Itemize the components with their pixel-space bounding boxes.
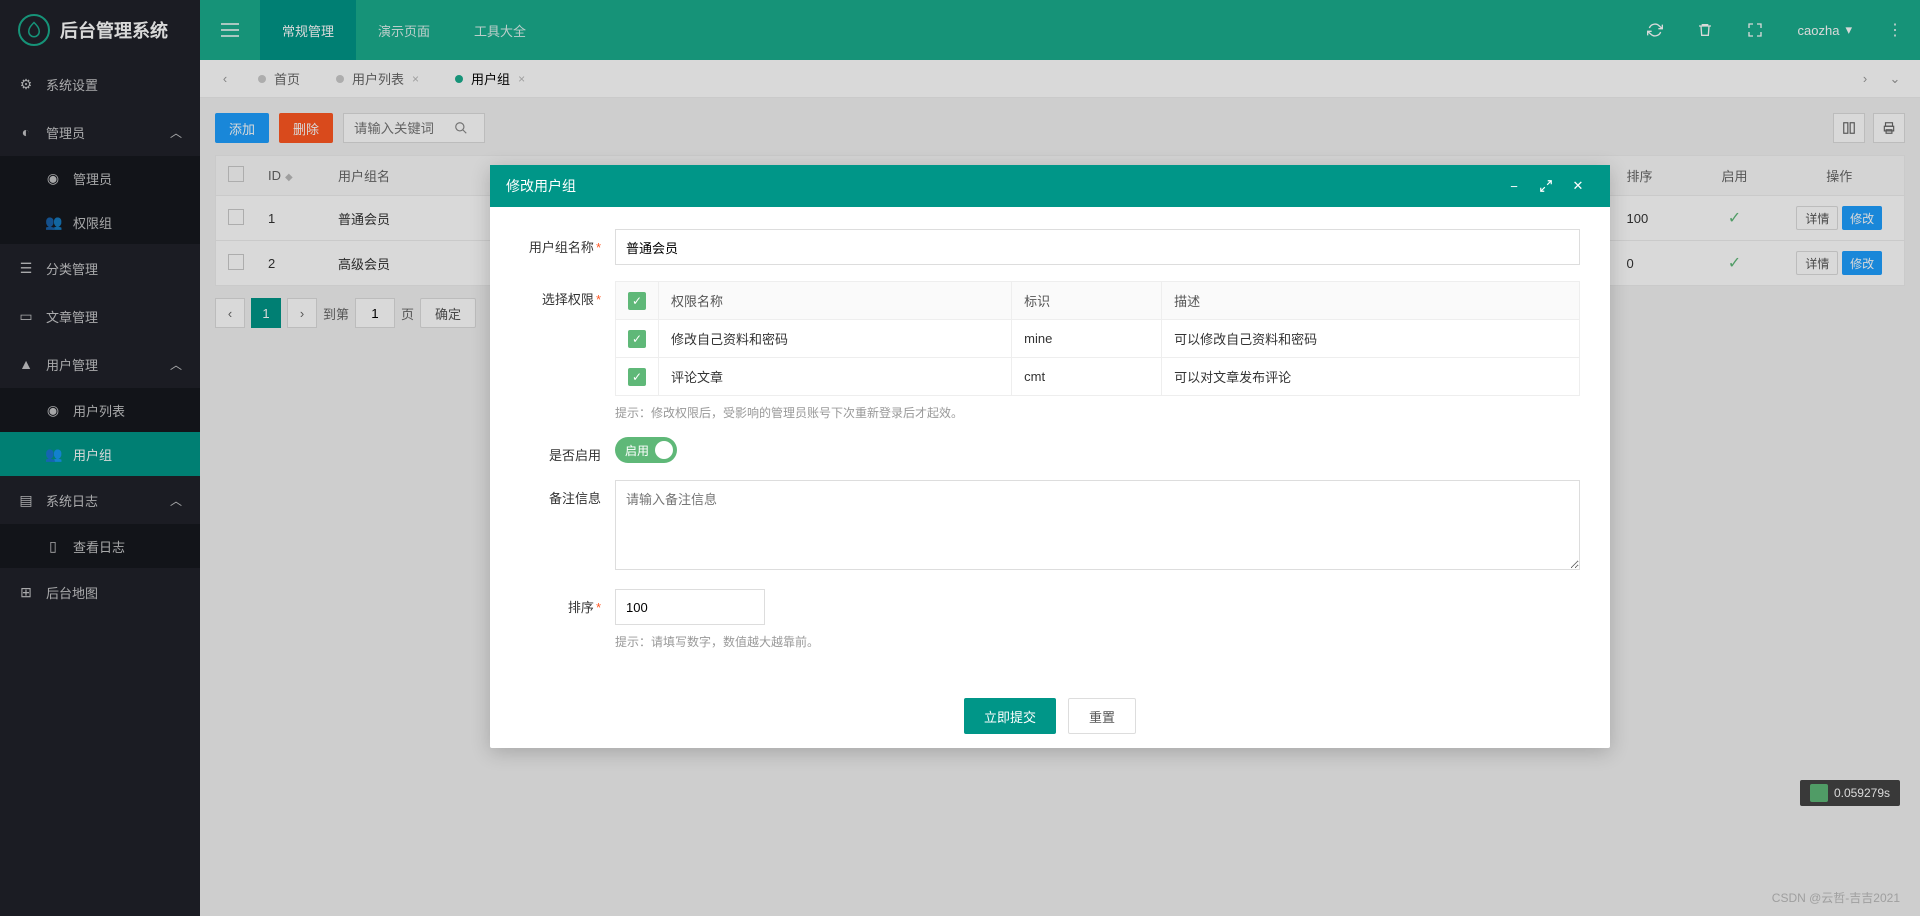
modal-title: 修改用户组 (506, 176, 1498, 196)
label-remark: 备注信息 (549, 491, 601, 506)
enabled-switch[interactable]: 启用 (615, 437, 677, 463)
edit-user-group-modal: 修改用户组 − ✕ 用户组名称* 选择权限* ✓ 权限名称 标识 描述 (490, 165, 1610, 748)
perm-checkbox[interactable]: ✓ (628, 330, 646, 348)
perm-hint: 提示：修改权限后，受影响的管理员账号下次重新登录后才起效。 (615, 404, 1580, 421)
modal-body: 用户组名称* 选择权限* ✓ 权限名称 标识 描述 ✓ 修改自己资料和密码 (490, 207, 1610, 684)
perm-select-all[interactable]: ✓ (628, 292, 646, 310)
switch-knob-icon (655, 441, 673, 459)
perm-row: ✓ 修改自己资料和密码 mine 可以修改自己资料和密码 (616, 320, 1580, 358)
label-enabled: 是否启用 (549, 448, 601, 463)
switch-label: 启用 (625, 442, 649, 459)
minimize-button[interactable]: − (1498, 165, 1530, 207)
maximize-button[interactable] (1530, 165, 1562, 207)
perm-col-ident: 标识 (1012, 282, 1162, 320)
close-button[interactable]: ✕ (1562, 165, 1594, 207)
perm-row: ✓ 评论文章 cmt 可以对文章发布评论 (616, 358, 1580, 396)
reset-button[interactable]: 重置 (1068, 698, 1136, 734)
modal-footer: 立即提交 重置 (490, 684, 1610, 748)
perm-name: 修改自己资料和密码 (659, 320, 1012, 358)
permission-table: ✓ 权限名称 标识 描述 ✓ 修改自己资料和密码 mine 可以修改自己资料和密… (615, 281, 1580, 396)
perm-desc: 可以修改自己资料和密码 (1162, 320, 1580, 358)
sort-hint: 提示：请填写数字，数值越大越靠前。 (615, 633, 1580, 650)
label-sort: 排序 (568, 600, 594, 615)
sort-input[interactable] (615, 589, 765, 625)
remark-textarea[interactable] (615, 480, 1580, 570)
perm-checkbox[interactable]: ✓ (628, 368, 646, 386)
submit-button[interactable]: 立即提交 (964, 698, 1056, 734)
perm-desc: 可以对文章发布评论 (1162, 358, 1580, 396)
perm-ident: mine (1012, 320, 1162, 358)
perm-ident: cmt (1012, 358, 1162, 396)
perm-name: 评论文章 (659, 358, 1012, 396)
required-icon: * (596, 240, 601, 255)
perm-col-name: 权限名称 (659, 282, 1012, 320)
label-name: 用户组名称 (529, 240, 594, 255)
modal-header: 修改用户组 − ✕ (490, 165, 1610, 207)
label-perm: 选择权限 (542, 292, 594, 307)
required-icon: * (596, 292, 601, 307)
required-icon: * (596, 600, 601, 615)
group-name-input[interactable] (615, 229, 1580, 265)
perm-col-desc: 描述 (1162, 282, 1580, 320)
